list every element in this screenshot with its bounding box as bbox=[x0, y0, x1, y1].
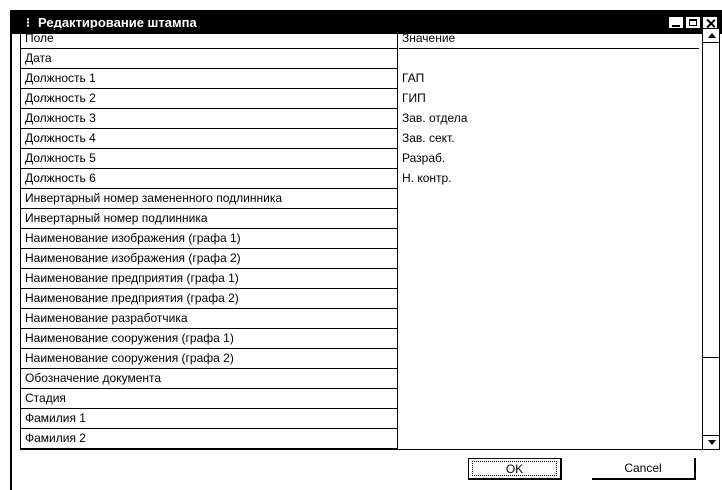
value-cell[interactable] bbox=[399, 249, 699, 269]
field-cell[interactable]: Должность 5 bbox=[21, 149, 397, 169]
value-cell[interactable]: ГАП bbox=[399, 69, 699, 89]
column-header-value[interactable]: Значение bbox=[399, 29, 699, 49]
field-cell[interactable]: Наименование изображения (графа 1) bbox=[21, 229, 397, 249]
value-cell[interactable]: Зав. сект. bbox=[399, 129, 699, 149]
ok-button[interactable]: OK bbox=[468, 458, 562, 480]
field-cell[interactable]: Дата bbox=[21, 49, 397, 69]
field-cell[interactable]: Должность 3 bbox=[21, 109, 397, 129]
value-cell[interactable] bbox=[399, 409, 699, 429]
value-cell[interactable]: ГИП bbox=[399, 89, 699, 109]
vertical-scrollbar[interactable] bbox=[702, 29, 719, 449]
scroll-up-arrow-icon[interactable] bbox=[703, 29, 719, 43]
value-cell[interactable] bbox=[399, 349, 699, 369]
field-cell[interactable]: Наименование изображения (графа 2) bbox=[21, 249, 397, 269]
value-cell[interactable] bbox=[399, 49, 699, 69]
field-cell[interactable]: Наименование сооружения (графа 2) bbox=[21, 349, 397, 369]
field-cell[interactable]: Наименование разработчика bbox=[21, 309, 397, 329]
field-cell[interactable]: Инвертарный номер замененного подлинника bbox=[21, 189, 397, 209]
field-cell[interactable]: Фамилия 1 bbox=[21, 409, 397, 429]
stamp-fields-grid: Поле Дата Должность 1 Должность 2 Должно… bbox=[20, 28, 720, 450]
field-cell[interactable]: Должность 2 bbox=[21, 89, 397, 109]
field-cell[interactable]: Должность 6 bbox=[21, 169, 397, 189]
scrollbar-thumb[interactable] bbox=[703, 357, 719, 358]
value-cell[interactable] bbox=[399, 229, 699, 249]
value-cell[interactable] bbox=[399, 309, 699, 329]
value-cell[interactable] bbox=[399, 369, 699, 389]
value-cell[interactable] bbox=[399, 289, 699, 309]
field-cell[interactable]: Фамилия 2 bbox=[21, 429, 397, 449]
field-column: Поле Дата Должность 1 Должность 2 Должно… bbox=[21, 29, 398, 449]
field-cell[interactable]: Наименование сооружения (графа 1) bbox=[21, 329, 397, 349]
scroll-down-arrow-icon[interactable] bbox=[703, 435, 719, 449]
value-column: Значение ГАП ГИП Зав. отдела Зав. сект. … bbox=[399, 29, 699, 449]
value-cell[interactable] bbox=[399, 429, 699, 449]
field-cell[interactable]: Наименование предприятия (графа 2) bbox=[21, 289, 397, 309]
field-cell[interactable]: Должность 1 bbox=[21, 69, 397, 89]
field-cell[interactable]: Стадия bbox=[21, 389, 397, 409]
value-cell[interactable] bbox=[399, 329, 699, 349]
cancel-button[interactable]: Cancel bbox=[592, 458, 696, 480]
column-header-field[interactable]: Поле bbox=[21, 29, 397, 49]
value-cell[interactable] bbox=[399, 389, 699, 409]
value-cell[interactable]: Зав. отдела bbox=[399, 109, 699, 129]
value-cell[interactable] bbox=[399, 189, 699, 209]
value-cell[interactable] bbox=[399, 209, 699, 229]
field-cell[interactable]: Должность 4 bbox=[21, 129, 397, 149]
value-cell[interactable]: Н. контр. bbox=[399, 169, 699, 189]
value-cell[interactable] bbox=[399, 269, 699, 289]
field-cell[interactable]: Наименование предприятия (графа 1) bbox=[21, 269, 397, 289]
field-cell[interactable]: Инвертарный номер подлинника bbox=[21, 209, 397, 229]
ok-button-label: OK bbox=[472, 461, 557, 476]
field-cell[interactable]: Обозначение документа bbox=[21, 369, 397, 389]
value-cell[interactable]: Разраб. bbox=[399, 149, 699, 169]
